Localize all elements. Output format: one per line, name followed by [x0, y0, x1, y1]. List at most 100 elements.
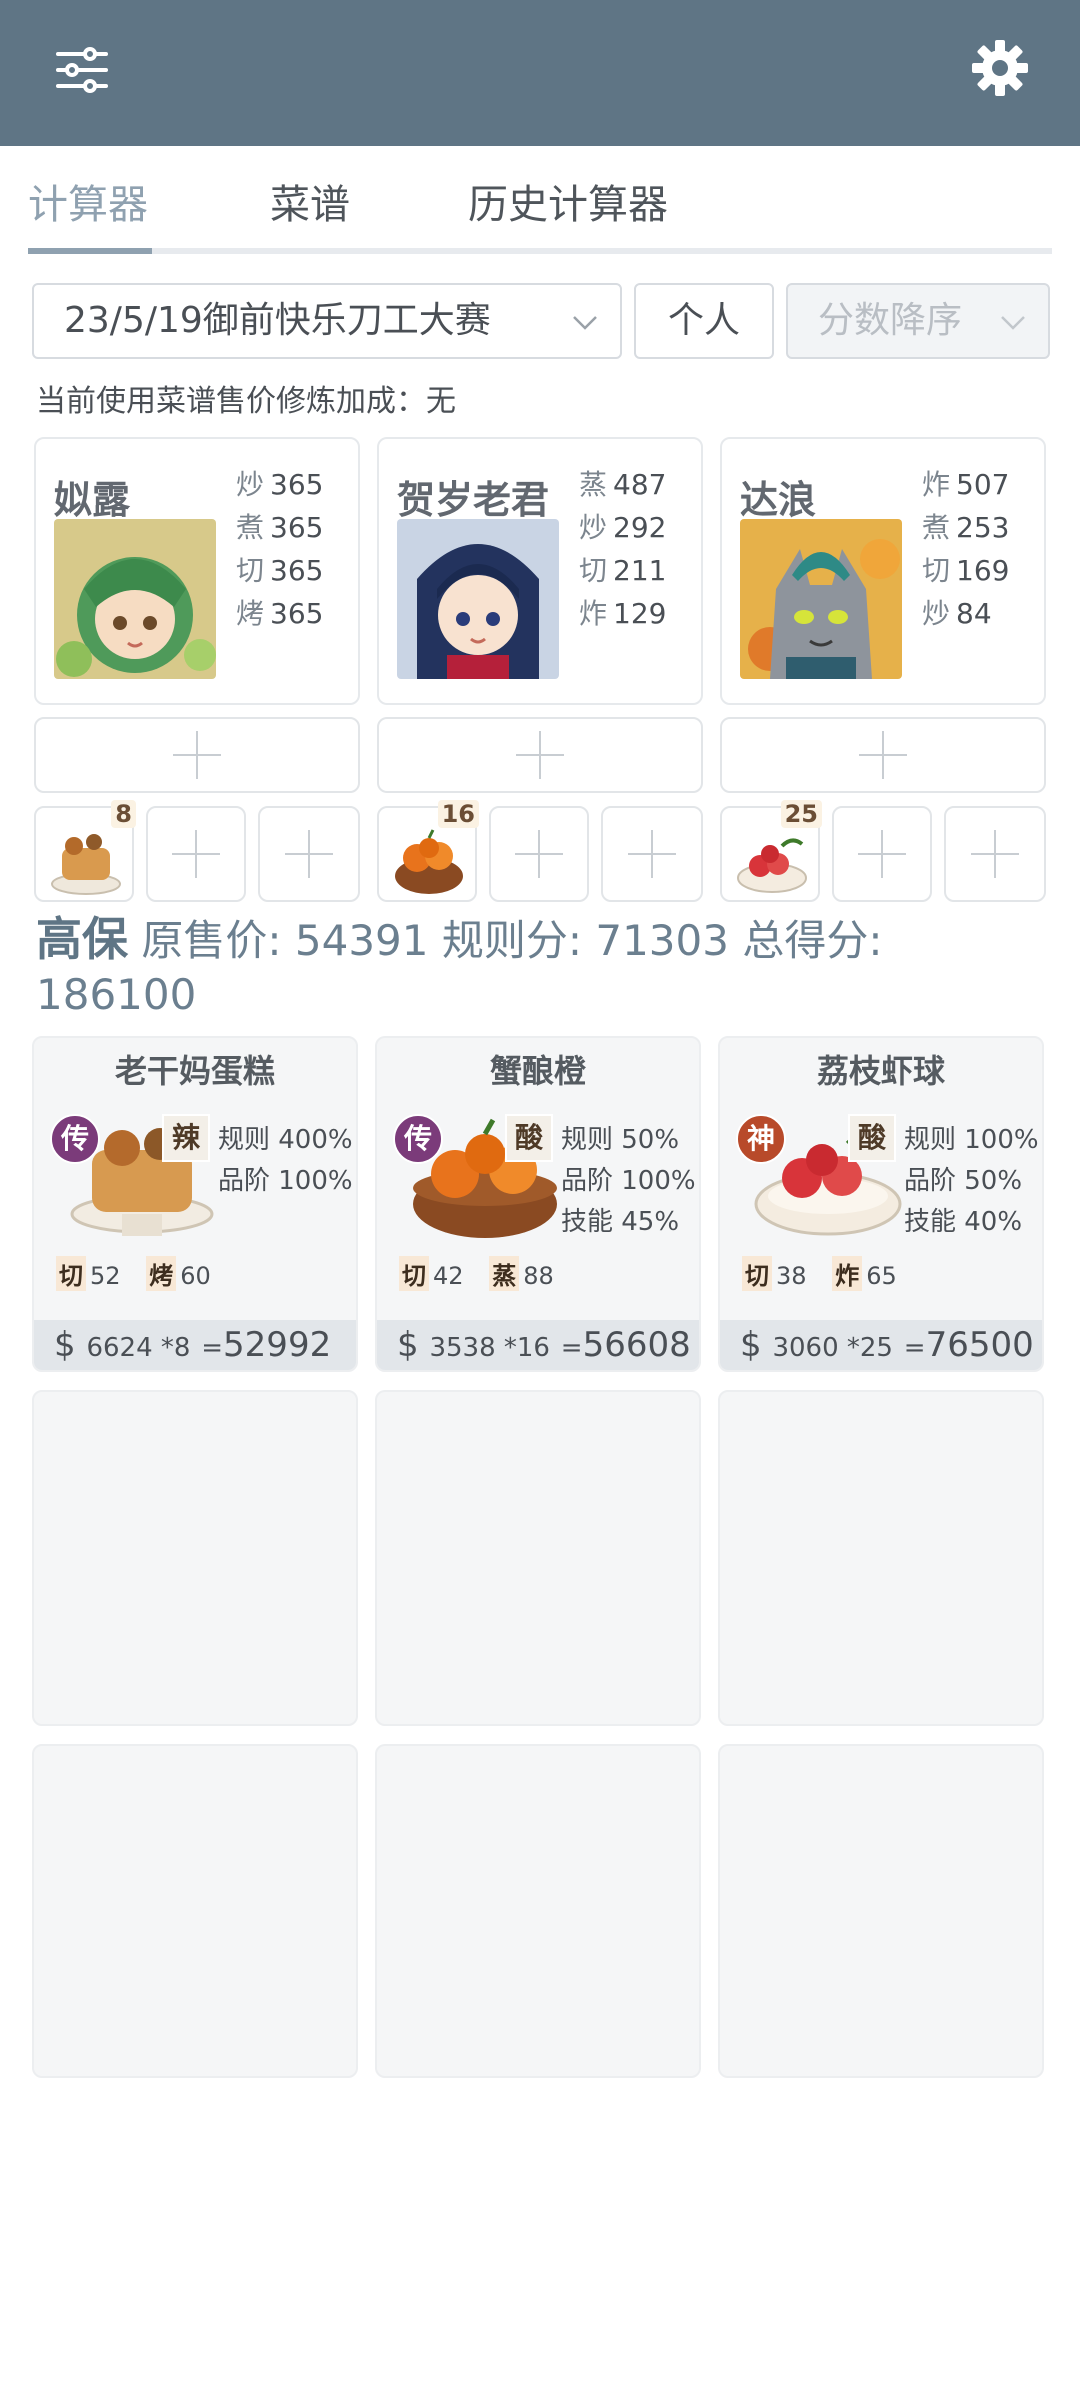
- empty-dish-card[interactable]: [32, 1744, 358, 2078]
- dish-stat: 规则 400%: [218, 1125, 353, 1155]
- rarity-badge: 神: [736, 1114, 786, 1164]
- empty-dish-card[interactable]: [375, 1744, 701, 2078]
- dish-card[interactable]: 老干妈蛋糕 传 辣 规则 400% 品阶 100% 切 52 烤 60 $ 6624…: [32, 1036, 358, 1372]
- price-bar: $ 3060 *25 =76500: [720, 1320, 1042, 1370]
- chevron-down-icon: [573, 316, 597, 330]
- skill-type: 煮: [236, 511, 265, 544]
- empty-dish-card[interactable]: [718, 1744, 1044, 2078]
- req-skill: 切: [399, 1256, 429, 1291]
- tab-history[interactable]: 历史计算器: [468, 172, 668, 230]
- tab-calculator[interactable]: 计算器: [28, 172, 148, 230]
- chef-name: 姒露: [54, 478, 131, 522]
- currency-symbol: $: [740, 1325, 762, 1365]
- empty-dish-card[interactable]: [375, 1390, 701, 1726]
- add-dish-button[interactable]: [601, 806, 703, 902]
- skill-value: 365: [270, 511, 324, 544]
- skill-value: 169: [956, 554, 1010, 587]
- orange-dish-icon: [395, 829, 463, 894]
- plus-icon: [516, 731, 564, 779]
- add-dish-button[interactable]: [258, 806, 360, 902]
- skill-value: 365: [270, 554, 324, 587]
- empty-dish-card[interactable]: [718, 1390, 1044, 1726]
- mode-select[interactable]: 个人: [634, 283, 774, 359]
- chef-card[interactable]: 姒露 炒 365 煮 365 切 365 烤 365: [34, 437, 360, 705]
- dish-slot[interactable]: 25: [720, 800, 822, 902]
- chef-skills: 炒 365 煮 365 切 365 烤 365: [236, 463, 323, 635]
- empty-dish-card[interactable]: [32, 1390, 358, 1726]
- contest-select[interactable]: 23/5/19御前快乐刀工大赛: [32, 283, 622, 359]
- chef-card[interactable]: 达浪 炸 507 煮 253 切 169 炒 84: [720, 437, 1046, 705]
- flavor-badge: 酸: [505, 1114, 553, 1162]
- dish-stat: 品阶 100%: [218, 1166, 353, 1196]
- add-dish-button[interactable]: [832, 806, 932, 902]
- unit-price: 3060 *25: [772, 1333, 893, 1363]
- skill-type: 切: [579, 554, 608, 587]
- skill-type: 切: [236, 554, 265, 587]
- req-skill: 切: [56, 1256, 86, 1291]
- tab-indicator: [28, 248, 152, 254]
- dish-stat: 规则 50%: [561, 1125, 680, 1155]
- add-dish-button[interactable]: [146, 806, 246, 902]
- skill-value: 292: [613, 511, 667, 544]
- dish-quantity-badge: 25: [780, 800, 822, 828]
- chef-skills: 蒸 487 炒 292 切 211 炸 129: [579, 463, 666, 635]
- dish-name: 蟹酿橙: [489, 1052, 586, 1090]
- sort-select-value: 分数降序: [818, 300, 963, 341]
- contest-select-value: 23/5/19御前快乐刀工大赛: [64, 300, 491, 341]
- add-equipment-button[interactable]: [34, 717, 360, 793]
- skill-value: 487: [613, 468, 667, 501]
- equals-sign: =: [903, 1333, 926, 1363]
- add-dish-button[interactable]: [944, 806, 1046, 902]
- sort-select[interactable]: 分数降序: [786, 283, 1050, 359]
- grade-label: 高保: [36, 912, 128, 966]
- plus-icon: [285, 830, 333, 878]
- dish-stat: 品阶 50%: [904, 1166, 1023, 1196]
- dish-slot[interactable]: 16: [377, 800, 479, 902]
- tab-bar: 计算器 菜谱 历史计算器: [28, 160, 1052, 256]
- skill-type: 烤: [236, 597, 265, 630]
- dish-card[interactable]: 荔枝虾球 神 酸 规则 100% 品阶 50% 技能 40% 切 38 炸 65 $…: [718, 1036, 1044, 1372]
- currency-symbol: $: [397, 1325, 419, 1365]
- chef-card[interactable]: 贺岁老君 蒸 487 炒 292 切 211 炸 129: [377, 437, 703, 705]
- dish-slot[interactable]: 8: [34, 800, 136, 902]
- skill-value: 365: [270, 468, 324, 501]
- req-skill: 切: [742, 1256, 772, 1291]
- unit-price: 3538 *16: [429, 1333, 550, 1363]
- add-dish-button[interactable]: [489, 806, 589, 902]
- gear-icon[interactable]: [968, 36, 1032, 100]
- dish-stat: 技能 40%: [904, 1207, 1023, 1237]
- req-value: 60: [180, 1262, 211, 1290]
- skill-requirements: 切 38 炸 65: [742, 1256, 915, 1291]
- total-score-label: 总得分:: [742, 916, 883, 965]
- dish-name: 荔枝虾球: [816, 1052, 945, 1090]
- skill-value: 211: [613, 554, 667, 587]
- chef-name: 达浪: [740, 478, 817, 522]
- skill-requirements: 切 52 烤 60: [56, 1256, 229, 1291]
- chef-name: 贺岁老君: [397, 478, 550, 522]
- dish-total: 76500: [925, 1325, 1034, 1365]
- rarity-badge: 传: [50, 1114, 100, 1164]
- plus-icon: [628, 830, 676, 878]
- chef-avatar: [397, 519, 559, 679]
- sliders-icon[interactable]: [52, 40, 112, 100]
- plus-icon: [858, 830, 906, 878]
- tab-divider: [28, 248, 1052, 254]
- add-equipment-button[interactable]: [720, 717, 1046, 793]
- skill-value: 84: [956, 597, 992, 630]
- tab-recipes[interactable]: 菜谱: [270, 172, 350, 230]
- chevron-down-icon: [1001, 316, 1025, 330]
- dish-stat: 规则 100%: [904, 1125, 1039, 1155]
- skill-type: 炸: [922, 468, 951, 501]
- skill-type: 切: [922, 554, 951, 587]
- plus-icon: [971, 830, 1019, 878]
- skill-value: 129: [613, 597, 667, 630]
- plus-icon: [172, 830, 220, 878]
- unit-price: 6624 *8: [86, 1333, 191, 1363]
- dish-quantity-badge: 8: [111, 800, 136, 828]
- dish-card[interactable]: 蟹酿橙 传 酸 规则 50% 品阶 100% 技能 45% 切 42 蒸 88 $ …: [375, 1036, 701, 1372]
- currency-symbol: $: [54, 1325, 76, 1365]
- lychee-dish-icon: [737, 838, 807, 893]
- skill-type: 蒸: [579, 468, 608, 501]
- add-equipment-button[interactable]: [377, 717, 703, 793]
- skill-value: 365: [270, 597, 324, 630]
